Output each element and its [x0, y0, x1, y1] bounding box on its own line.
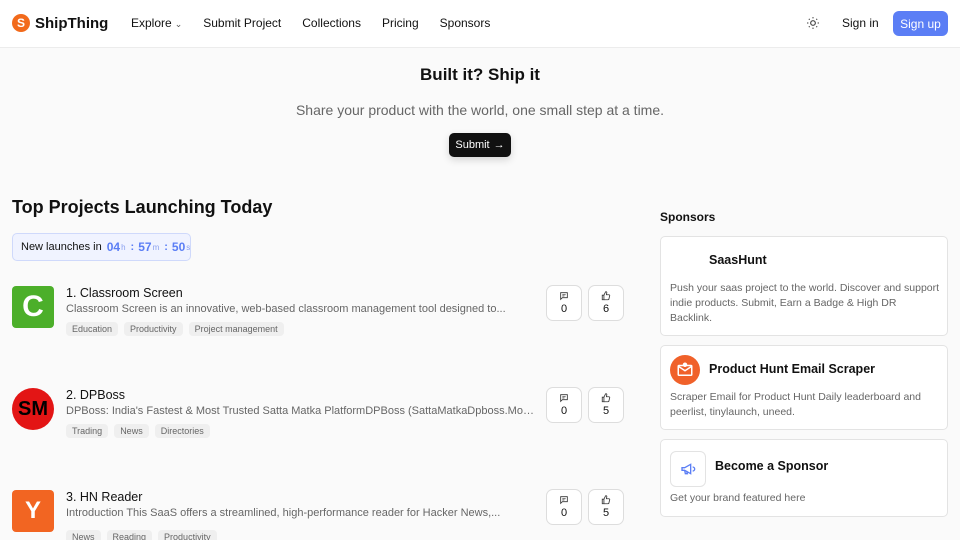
- tag[interactable]: News: [114, 424, 149, 438]
- tag[interactable]: Directories: [154, 424, 210, 438]
- comment-icon: [560, 394, 568, 403]
- project-title[interactable]: 3. HN Reader: [66, 490, 142, 504]
- nav-explore-label: Explore: [131, 16, 172, 30]
- sun-icon[interactable]: [806, 16, 820, 30]
- upvotes-count: 6: [602, 303, 610, 315]
- sponsor-card-description: Push your saas project to the world. Dis…: [670, 282, 940, 324]
- nav-sponsors[interactable]: Sponsors: [440, 16, 491, 30]
- comments-count: 0: [560, 303, 568, 315]
- comments-button[interactable]: 0: [546, 387, 582, 423]
- hero-subtitle: Share your product with the world, one s…: [295, 102, 665, 118]
- countdown-minutes-unit: m: [152, 242, 160, 252]
- hero-title: Built it? Ship it: [420, 65, 540, 84]
- project-tags: News Reading Productivity: [66, 530, 223, 540]
- project-logo: C: [12, 286, 54, 328]
- tag[interactable]: Project management: [188, 322, 284, 336]
- tag[interactable]: Reading: [106, 530, 153, 540]
- sponsor-card-description: Scraper Email for Product Hunt Daily lea…: [670, 391, 921, 418]
- countdown-hours-unit: h: [121, 242, 126, 252]
- comment-icon: [560, 292, 568, 301]
- upvote-button[interactable]: 5: [588, 489, 624, 525]
- tag[interactable]: Trading: [66, 424, 109, 438]
- thumbs-up-icon: [601, 495, 611, 505]
- arrow-right-icon: →: [493, 139, 505, 151]
- countdown-seconds-unit: s: [186, 242, 191, 252]
- nav-collections[interactable]: Collections: [302, 16, 361, 30]
- countdown-separator: :: [164, 241, 168, 253]
- upvotes-count: 5: [602, 507, 610, 519]
- countdown-minutes: 57: [138, 240, 152, 254]
- tag[interactable]: Education: [66, 322, 119, 336]
- project-description: Introduction This SaaS offers a streamli…: [66, 507, 501, 519]
- countdown-separator: :: [130, 241, 135, 253]
- logo[interactable]: S ShipThing: [12, 14, 108, 32]
- project-title[interactable]: 1. Classroom Screen: [66, 286, 183, 300]
- sponsor-card-product-hunt-email-scraper[interactable]: Product Hunt Email Scraper Scraper Email…: [660, 345, 948, 430]
- countdown: New launches in 04 h : 57 m : 50 s: [12, 233, 191, 261]
- countdown-hours: 04: [106, 240, 121, 254]
- comments-button[interactable]: 0: [546, 489, 582, 525]
- nav-explore[interactable]: Explore ⌄: [131, 16, 182, 30]
- section-title: Top Projects Launching Today: [12, 197, 273, 217]
- project-logo-letter: C: [22, 290, 44, 323]
- project-item[interactable]: SM 2. DPBoss DPBoss: India's Fastest & M…: [12, 387, 624, 448]
- countdown-label: New launches in: [21, 241, 102, 253]
- tag[interactable]: News: [66, 530, 101, 540]
- project-logo: Y: [12, 490, 54, 532]
- nav-links: Explore ⌄ Submit Project Collections Pric…: [131, 16, 511, 30]
- project-logo-letter: Y: [24, 497, 41, 524]
- sign-up-button[interactable]: Sign up: [893, 11, 948, 36]
- comments-count: 0: [560, 405, 568, 417]
- logo-mark-icon: S: [12, 14, 30, 32]
- upvotes-count: 5: [602, 405, 610, 417]
- project-description: DPBoss: India's Fastest & Most Trusted S…: [66, 405, 536, 417]
- nav-submit-project[interactable]: Submit Project: [203, 16, 281, 30]
- countdown-seconds: 50: [171, 240, 186, 254]
- tag[interactable]: Productivity: [158, 530, 217, 540]
- chevron-down-icon: ⌄: [174, 19, 183, 29]
- project-tags: Education Productivity Project managemen…: [66, 322, 290, 336]
- sponsor-card-title: SaasHunt: [709, 253, 767, 267]
- sponsor-card-saashunt[interactable]: SaasHunt Push your saas project to the w…: [660, 236, 948, 336]
- project-logo-letter: SM: [18, 397, 48, 420]
- thumbs-up-icon: [601, 393, 611, 403]
- comments-count: 0: [560, 507, 568, 519]
- project-description: Classroom Screen is an innovative, web-b…: [66, 303, 506, 315]
- comment-icon: [560, 496, 568, 505]
- nav-pricing[interactable]: Pricing: [382, 16, 419, 30]
- hero-submit-button[interactable]: Submit →: [449, 133, 511, 157]
- project-title[interactable]: 2. DPBoss: [66, 388, 125, 402]
- sponsor-card-title: Become a Sponsor: [715, 459, 829, 473]
- logo-text: ShipThing: [35, 14, 109, 32]
- upvote-button[interactable]: 6: [588, 285, 624, 321]
- sign-in-link[interactable]: Sign in: [842, 16, 879, 30]
- project-tags: Trading News Directories: [66, 424, 216, 438]
- sponsors-title: Sponsors: [660, 210, 716, 224]
- thumbs-up-icon: [601, 291, 611, 301]
- upvote-button[interactable]: 5: [588, 387, 624, 423]
- hero-submit-label: Submit: [455, 139, 490, 151]
- envelope-icon: [670, 355, 700, 385]
- tag[interactable]: Productivity: [124, 322, 183, 336]
- sponsor-card-title: Product Hunt Email Scraper: [709, 362, 876, 376]
- project-logo: SM: [12, 388, 54, 430]
- project-item[interactable]: Y 3. HN Reader Introduction This SaaS of…: [12, 489, 624, 540]
- megaphone-icon: [670, 451, 706, 487]
- sponsor-card-become-sponsor[interactable]: Become a Sponsor Get your brand featured…: [660, 439, 948, 517]
- sponsor-card-description: Get your brand featured here: [670, 492, 806, 504]
- project-item[interactable]: C 1. Classroom Screen Classroom Screen i…: [12, 285, 624, 346]
- comments-button[interactable]: 0: [546, 285, 582, 321]
- top-nav: S ShipThing Explore ⌄ Submit Project Coll…: [0, 0, 960, 48]
